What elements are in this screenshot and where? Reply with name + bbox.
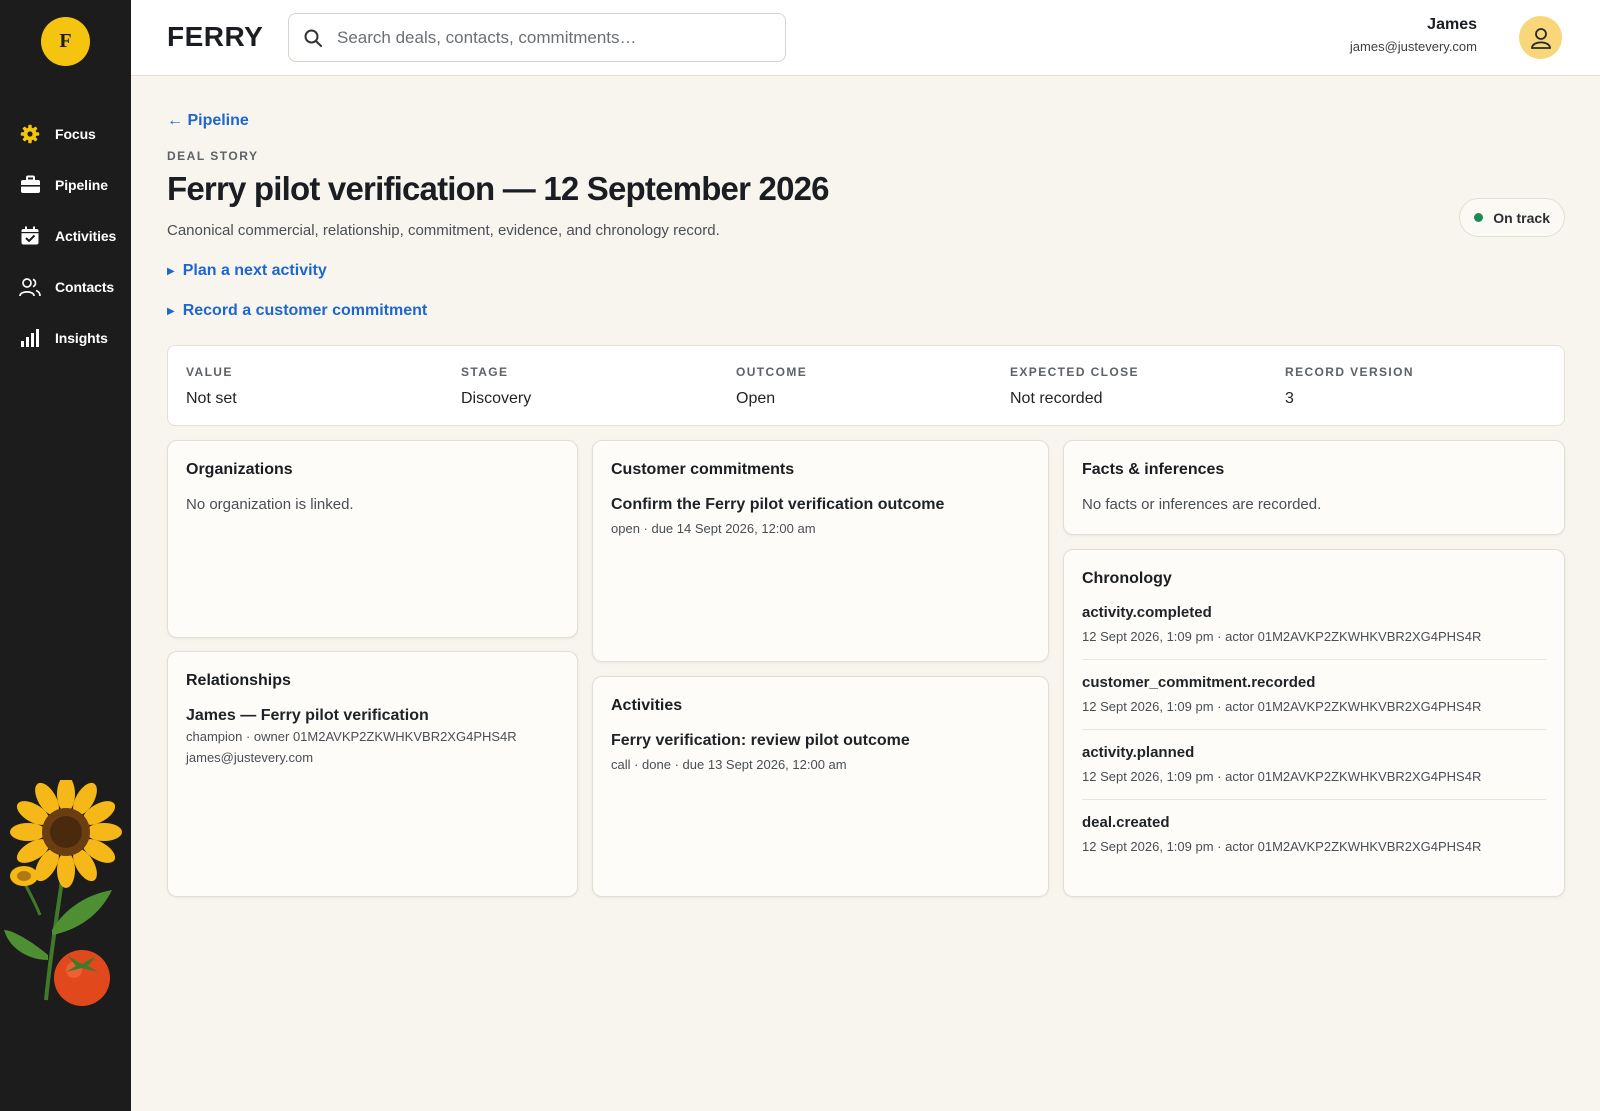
brand-name: FERRY — [167, 21, 264, 52]
top-bar: FERRY James james@justevery.com — [131, 0, 1600, 76]
sidebar-item-activities[interactable]: Activities — [0, 210, 131, 261]
sidebar-nav: Focus Pipeline Activities Contacts Insig… — [0, 108, 131, 363]
card-title: Facts & inferences — [1082, 461, 1225, 478]
disclosure-triangle-icon: ▶ — [167, 305, 175, 317]
summary-field-value: 3 — [1285, 390, 1294, 407]
status-label: On track — [1493, 209, 1550, 226]
chronology-item[interactable]: customer_commitment.recorded 12 Sept 202… — [1082, 660, 1546, 730]
status-badge: On track — [1459, 198, 1565, 237]
summary-field-value: Not set — [186, 390, 237, 407]
commitment-title: Confirm the Ferry pilot verification out… — [611, 496, 945, 513]
avatar[interactable] — [1519, 16, 1562, 59]
sidebar-item-label: Focus — [55, 125, 96, 142]
sidebar-item-contacts[interactable]: Contacts — [0, 261, 131, 312]
summary-field-value: Discovery — [461, 390, 532, 407]
chronology-event: activity.planned — [1082, 744, 1195, 761]
sidebar-item-pipeline[interactable]: Pipeline — [0, 159, 131, 210]
empty-state: No organization is linked. — [186, 496, 354, 513]
relationship-title: James — Ferry pilot verification — [186, 707, 429, 724]
card-title: Customer commitments — [611, 461, 795, 478]
chronology-meta: 12 Sept 2026, 1:09 pm · actor 01M2AVKP2Z… — [1082, 769, 1482, 784]
status-dot-icon — [1474, 213, 1484, 222]
back-to-pipeline-link[interactable]: ← Pipeline — [167, 112, 249, 130]
summary-label: STAGE — [461, 365, 509, 379]
card-title: Chronology — [1082, 570, 1172, 587]
summary-expected-close: EXPECTED CLOSE Not recorded — [1010, 365, 1139, 408]
chronology-item[interactable]: activity.planned 12 Sept 2026, 1:09 pm ·… — [1082, 730, 1546, 800]
chronology-card: Chronology activity.completed 12 Sept 20… — [1063, 549, 1565, 897]
summary-field-value: Open — [736, 390, 776, 407]
relationship-meta: champion · owner 01M2AVKP2ZKWHKVBR2XG4PH… — [186, 729, 517, 744]
app-logo[interactable]: F — [41, 17, 90, 66]
summary-record-version: RECORD VERSION 3 — [1285, 365, 1414, 408]
activity-title: Ferry verification: review pilot outcome — [611, 732, 910, 749]
summary-field-value: Not recorded — [1010, 390, 1103, 407]
card-title: Activities — [611, 697, 683, 714]
search-box[interactable] — [288, 13, 786, 62]
search-input[interactable] — [337, 27, 757, 48]
empty-state: No facts or inferences are recorded. — [1082, 496, 1322, 513]
summary-stage: STAGE Discovery — [461, 365, 531, 408]
summary-outcome: OUTCOME Open — [736, 365, 807, 408]
list-item[interactable]: Ferry verification: review pilot outcome… — [611, 732, 1030, 772]
disclosure-triangle-icon: ▶ — [167, 265, 175, 277]
facts-inferences-card: Facts & inferences No facts or inference… — [1063, 440, 1565, 535]
organizations-card: Organizations No organization is linked. — [167, 440, 578, 638]
commitment-meta: open · due 14 Sept 2026, 12:00 am — [611, 521, 816, 536]
page-subtitle: Canonical commercial, relationship, comm… — [167, 222, 720, 239]
gear-icon — [19, 123, 41, 145]
chronology-event: activity.completed — [1082, 604, 1212, 621]
card-title: Organizations — [186, 461, 293, 478]
search-icon — [303, 28, 323, 48]
sidebar-item-label: Insights — [55, 329, 108, 346]
chronology-meta: 12 Sept 2026, 1:09 pm · actor 01M2AVKP2Z… — [1082, 629, 1482, 644]
chronology-item[interactable]: deal.created 12 Sept 2026, 1:09 pm · act… — [1082, 800, 1546, 869]
bar-chart-icon — [19, 327, 41, 349]
relationships-card: Relationships James — Ferry pilot verifi… — [167, 651, 578, 897]
activities-card: Activities Ferry verification: review pi… — [592, 676, 1049, 897]
user-info[interactable]: James james@justevery.com — [1350, 16, 1477, 54]
briefcase-icon — [19, 174, 41, 196]
user-name: James — [1427, 16, 1477, 33]
list-item[interactable]: James — Ferry pilot verification champio… — [186, 707, 559, 765]
sidebar-item-insights[interactable]: Insights — [0, 312, 131, 363]
customer-commitments-card: Customer commitments Confirm the Ferry p… — [592, 440, 1049, 662]
sidebar-item-focus[interactable]: Focus — [0, 108, 131, 159]
relationship-email: james@justevery.com — [186, 750, 314, 765]
chronology-meta: 12 Sept 2026, 1:09 pm · actor 01M2AVKP2Z… — [1082, 699, 1482, 714]
summary-label: EXPECTED CLOSE — [1010, 365, 1139, 379]
record-commitment-label: Record a customer commitment — [182, 302, 428, 319]
sidebar: F Focus Pipeline Activities Contacts Ins… — [0, 0, 131, 1111]
sidebar-item-label: Pipeline — [55, 176, 108, 193]
chronology-item[interactable]: activity.completed 12 Sept 2026, 1:09 pm… — [1082, 590, 1546, 660]
summary-label: RECORD VERSION — [1285, 365, 1414, 379]
summary-label: OUTCOME — [736, 365, 808, 379]
deal-summary: VALUE Not set STAGE Discovery OUTCOME Op… — [167, 345, 1565, 426]
summary-label: VALUE — [186, 365, 233, 379]
chronology-event: customer_commitment.recorded — [1082, 674, 1316, 691]
sunflower-illustration — [4, 780, 122, 1006]
users-icon — [19, 276, 41, 298]
activity-meta: call · done · due 13 Sept 2026, 12:00 am — [611, 757, 847, 772]
page-eyebrow: DEAL STORY — [167, 149, 259, 163]
plan-activity-label: Plan a next activity — [182, 262, 327, 279]
record-commitment-toggle[interactable]: ▶ Record a customer commitment — [167, 302, 427, 320]
user-email: james@justevery.com — [1349, 39, 1477, 54]
chronology-list: activity.completed 12 Sept 2026, 1:09 pm… — [1082, 590, 1546, 869]
calendar-check-icon — [19, 225, 41, 247]
list-item[interactable]: Confirm the Ferry pilot verification out… — [611, 496, 1030, 536]
user-icon — [1530, 27, 1551, 49]
sidebar-item-label: Contacts — [55, 278, 115, 295]
card-title: Relationships — [186, 672, 291, 689]
sidebar-item-label: Activities — [55, 227, 117, 244]
summary-value: VALUE Not set — [186, 365, 237, 408]
page-title: Ferry pilot verification — 12 September … — [167, 170, 830, 207]
plan-activity-toggle[interactable]: ▶ Plan a next activity — [167, 262, 327, 280]
chronology-event: deal.created — [1082, 814, 1170, 831]
chronology-meta: 12 Sept 2026, 1:09 pm · actor 01M2AVKP2Z… — [1082, 839, 1482, 854]
